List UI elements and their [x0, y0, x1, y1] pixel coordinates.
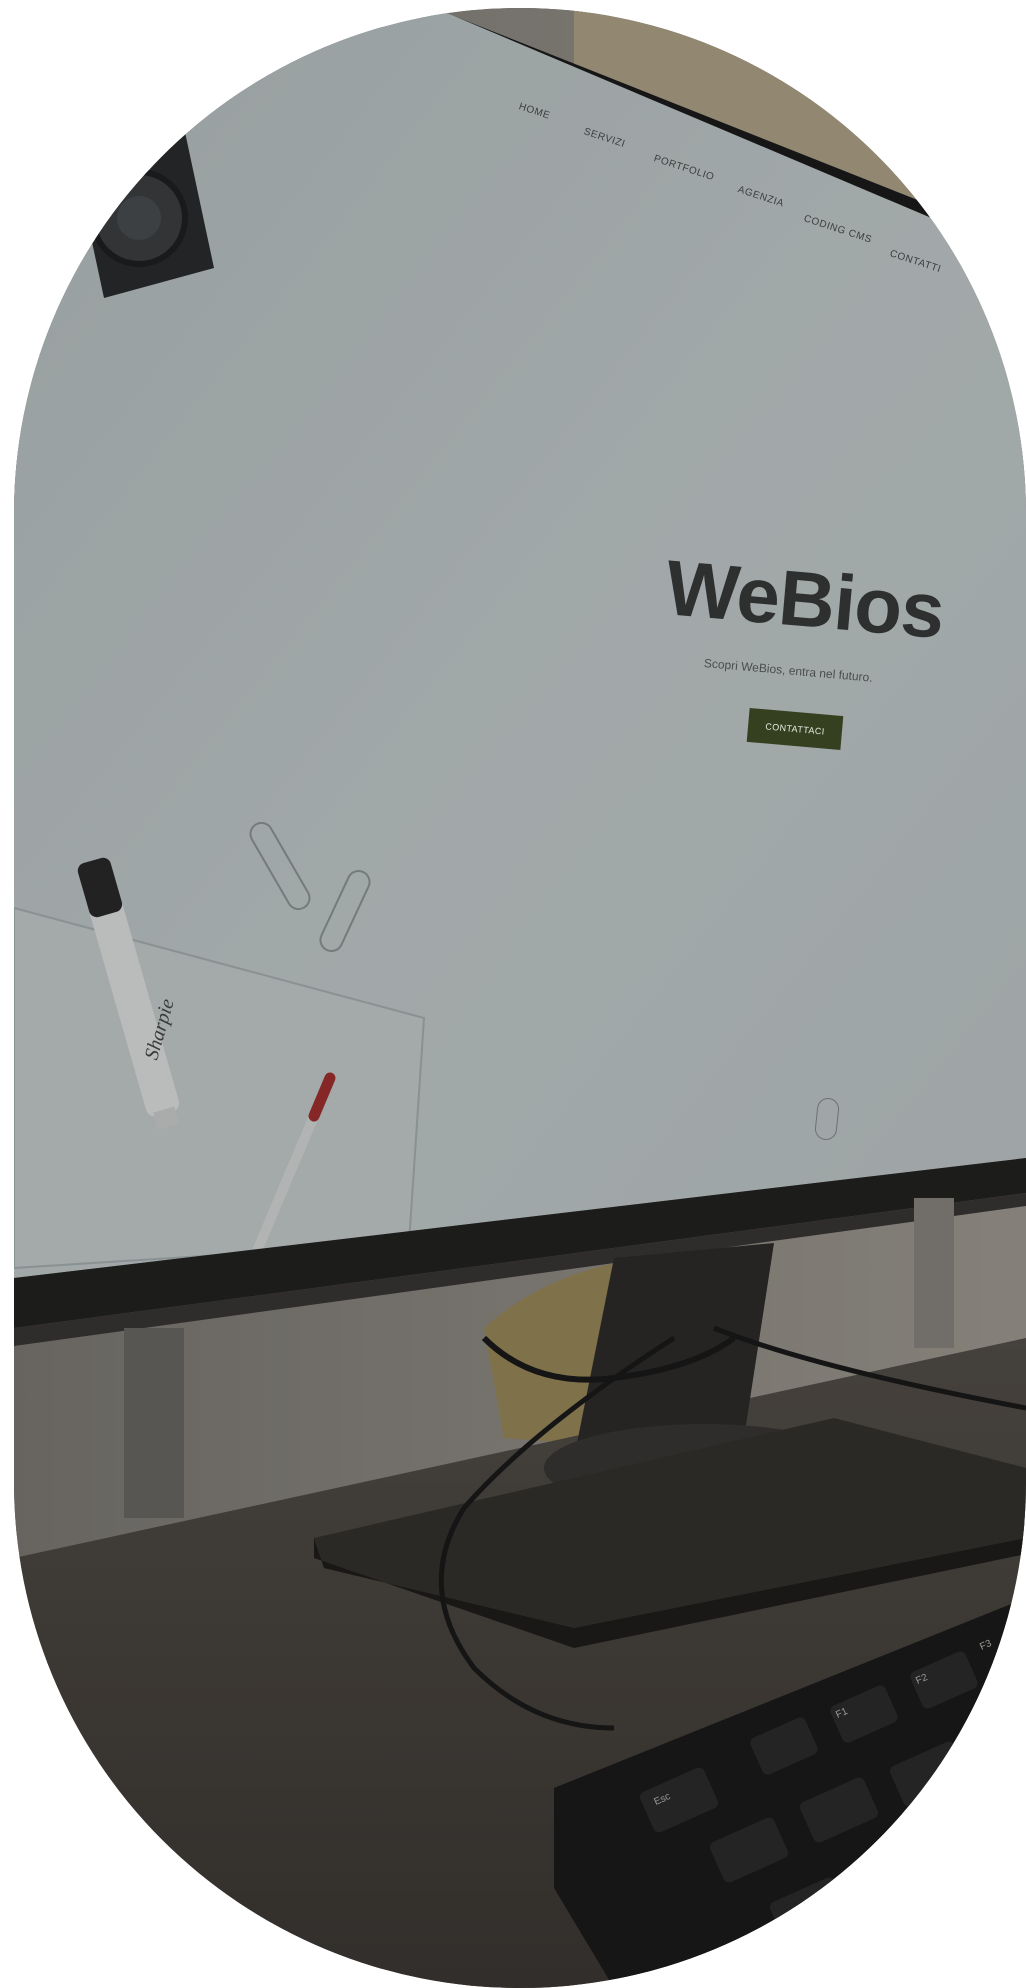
photo-frame: HOME SERVIZI PORTFOLIO AGENZIA CODING CM… [14, 8, 1026, 1988]
